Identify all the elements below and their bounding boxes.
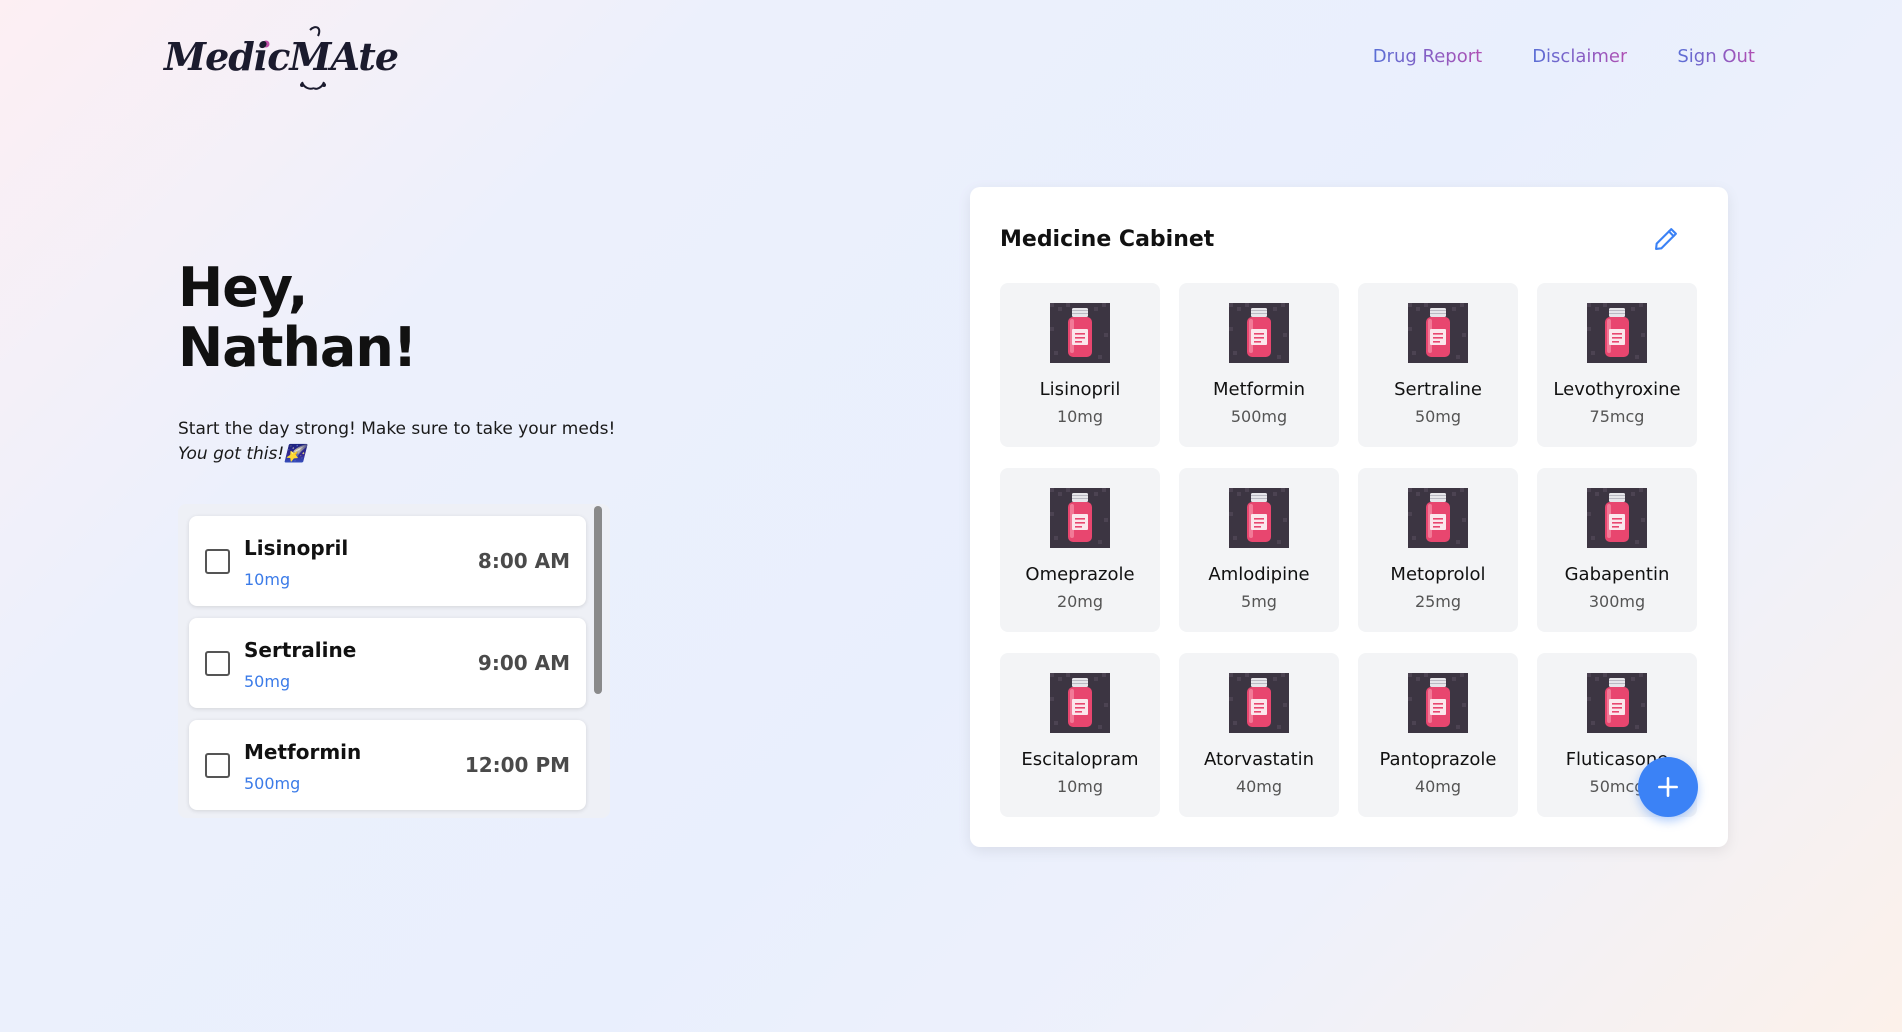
pill-bottle-icon — [1587, 488, 1647, 548]
schedule-med-dose: 500mg — [244, 774, 301, 793]
medicine-dose: 10mg — [1056, 407, 1104, 426]
schedule-med-name: Lisinopril — [244, 536, 349, 560]
nav-sign-out[interactable]: Sign Out — [1677, 46, 1755, 67]
pencil-icon[interactable] — [1652, 225, 1680, 253]
schedule-checkbox[interactable] — [205, 651, 230, 676]
pill-bottle-icon — [1229, 303, 1289, 363]
pill-bottle-icon — [1050, 673, 1110, 733]
medicine-card[interactable]: Gabapentin 300mg — [1537, 468, 1697, 632]
medicine-dose: 40mg — [1235, 777, 1283, 796]
medicine-name: Amlodipine — [1208, 564, 1310, 585]
pill-bottle-icon — [1229, 488, 1289, 548]
schedule-med-name: Sertraline — [244, 638, 357, 662]
medicine-card[interactable]: Atorvastatin 40mg — [1179, 653, 1339, 817]
medicine-card[interactable]: Metformin 500mg — [1179, 283, 1339, 447]
nav-disclaimer[interactable]: Disclaimer — [1532, 46, 1627, 67]
medicine-card[interactable]: Amlodipine 5mg — [1179, 468, 1339, 632]
medicine-dose: 75mcg — [1589, 407, 1645, 426]
pill-bottle-icon — [1229, 673, 1289, 733]
greeting-motto: You got this!🌠 — [178, 444, 306, 464]
cabinet-title: Medicine Cabinet — [1000, 227, 1215, 252]
medicine-name: Atorvastatin — [1203, 749, 1315, 770]
medicine-name: Pantoprazole — [1379, 749, 1497, 770]
schedule-med-dose: 50mg — [244, 672, 291, 691]
medicine-dose: 500mg — [1230, 407, 1288, 426]
medicine-dose: 20mg — [1056, 592, 1104, 611]
medicine-name: Escitalopram — [1021, 749, 1139, 770]
schedule-checkbox[interactable] — [205, 549, 230, 574]
medicine-card[interactable]: Sertraline 50mg — [1358, 283, 1518, 447]
medicine-card[interactable]: Levothyroxine 75mcg — [1537, 283, 1697, 447]
greeting-line2: Nathan! — [178, 316, 417, 379]
schedule-scrollbar[interactable] — [594, 506, 602, 694]
medicine-dose: 25mg — [1414, 592, 1462, 611]
logo[interactable]: MedicMAte — [164, 22, 399, 92]
medicine-card[interactable]: Escitalopram 10mg — [1000, 653, 1160, 817]
greeting-heading: Hey, Nathan! — [178, 258, 638, 378]
medicine-dose: 5mg — [1241, 592, 1277, 611]
pill-bottle-icon — [1587, 673, 1647, 733]
logo-text: MedicMAte — [164, 34, 399, 79]
pill-bottle-icon — [1408, 488, 1468, 548]
medicine-name: Lisinopril — [1039, 379, 1121, 400]
greeting-section: Hey, Nathan! Start the day strong! Make … — [178, 258, 638, 465]
pill-bottle-icon — [1408, 673, 1468, 733]
add-medicine-button[interactable] — [1638, 757, 1698, 817]
schedule-list[interactable]: Lisinopril 10mg 8:00 AM Sertraline 50mg … — [178, 504, 610, 818]
pill-bottle-icon — [1050, 488, 1110, 548]
medicine-dose: 10mg — [1056, 777, 1104, 796]
schedule-item[interactable]: Sertraline 50mg 9:00 AM — [189, 618, 586, 708]
medicine-card[interactable]: Lisinopril 10mg — [1000, 283, 1160, 447]
schedule-med-name: Metformin — [244, 740, 362, 764]
medicine-name: Sertraline — [1394, 379, 1482, 400]
plus-icon — [1658, 777, 1678, 797]
medicine-name: Levothyroxine — [1553, 379, 1681, 400]
top-nav: Drug Report Disclaimer Sign Out — [1373, 46, 1755, 67]
schedule-med-time: 9:00 AM — [477, 651, 570, 675]
medicine-card[interactable]: Metoprolol 25mg — [1358, 468, 1518, 632]
medicine-dose: 40mg — [1414, 777, 1462, 796]
medicine-name: Metoprolol — [1390, 564, 1486, 585]
schedule-item[interactable]: Lisinopril 10mg 8:00 AM — [189, 516, 586, 606]
medicine-name: Gabapentin — [1564, 564, 1670, 585]
medicine-dose: 300mg — [1588, 592, 1646, 611]
greeting-line1: Hey, — [178, 256, 308, 319]
pill-bottle-icon — [1587, 303, 1647, 363]
medicine-name: Metformin — [1212, 379, 1306, 400]
medicine-card[interactable]: Pantoprazole 40mg — [1358, 653, 1518, 817]
greeting-lead: Start the day strong! Make sure to take … — [178, 419, 616, 439]
schedule-med-time: 8:00 AM — [477, 549, 570, 573]
schedule-med-time: 12:00 PM — [464, 753, 570, 777]
schedule-checkbox[interactable] — [205, 753, 230, 778]
medicine-dose: 50mg — [1414, 407, 1462, 426]
medicine-name: Omeprazole — [1025, 564, 1135, 585]
medicine-cabinet: Medicine Cabinet Lisinopril 10mg Metformi… — [970, 187, 1728, 847]
schedule-med-dose: 10mg — [244, 570, 291, 589]
nav-drug-report[interactable]: Drug Report — [1373, 46, 1483, 67]
schedule-item[interactable]: Metformin 500mg 12:00 PM — [189, 720, 586, 810]
pill-bottle-icon — [1408, 303, 1468, 363]
medicine-card[interactable]: Omeprazole 20mg — [1000, 468, 1160, 632]
cabinet-grid: Lisinopril 10mg Metformin 500mg Sertraline… — [1000, 283, 1699, 817]
pill-bottle-icon — [1050, 303, 1110, 363]
